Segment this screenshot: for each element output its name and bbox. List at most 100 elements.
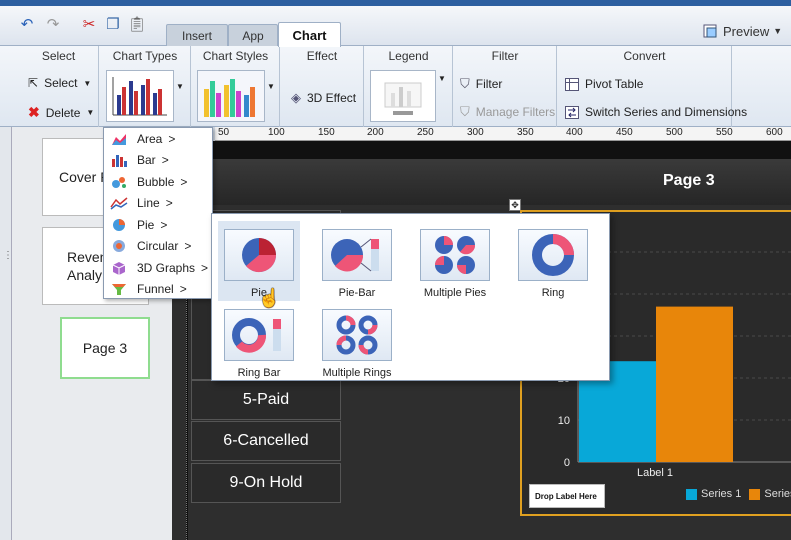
drop-label-box[interactable]: Drop Label Here [529, 484, 605, 508]
switch-series-button[interactable]: Switch Series and Dimensions [565, 105, 747, 119]
menu-item-label: Funnel [137, 282, 174, 297]
redo-icon[interactable]: ↷ [42, 14, 64, 34]
chart-option-multiple-pies[interactable]: Multiple Pies [414, 221, 496, 301]
ruler-label: 50 [218, 127, 230, 138]
menu-item-line[interactable]: Line > [104, 193, 212, 215]
pie-icon [224, 229, 294, 281]
y-tick-label: 10 [558, 415, 570, 427]
group-title-legend: Legend [388, 49, 429, 63]
tab-chart[interactable]: Chart [278, 22, 341, 47]
menu-item-bubble[interactable]: Bubble > [104, 171, 212, 193]
menu-item-pie[interactable]: Pie > [104, 214, 212, 236]
horizontal-ruler [215, 127, 791, 141]
pivot-table-button[interactable]: Pivot Table [565, 77, 643, 91]
chart-option-multiple-rings[interactable]: Multiple Rings [316, 301, 398, 381]
ring-bar-icon [224, 309, 294, 361]
bar-chart-icon [112, 77, 167, 116]
menu-item-label: Circular [137, 239, 179, 254]
chart-option-label: Ring [541, 287, 565, 299]
left-splitter[interactable] [0, 127, 12, 540]
ruler-label: 550 [716, 127, 733, 138]
select-button[interactable]: ⇱ Select ▼ [28, 76, 91, 90]
ruler-label: 250 [417, 127, 434, 138]
preview-button[interactable]: Preview ▼ [703, 18, 789, 44]
menu-item-3d-graphs[interactable]: 3D Graphs > [104, 257, 212, 279]
circular-chart-icon [110, 238, 128, 254]
menu-item-bar[interactable]: Bar > [104, 150, 212, 172]
manage-filters-label: Manage Filters [475, 105, 556, 119]
menu-item-label: Line [137, 196, 160, 211]
submenu-arrow: > [184, 239, 192, 254]
submenu-arrow: > [180, 174, 188, 189]
group-title-chart-types: Chart Types [112, 49, 178, 63]
group-title-filter: Filter [491, 49, 519, 63]
tab-app[interactable]: App [228, 24, 278, 46]
copy-icon[interactable]: ❐ [102, 14, 124, 34]
menu-item-area[interactable]: Area > [104, 128, 212, 150]
funnel-chart-icon [110, 281, 128, 297]
legend-gallery[interactable] [370, 70, 436, 122]
slide-thumb-label: Page 3 [82, 340, 128, 356]
ruler-label: 500 [666, 127, 683, 138]
chart-styles-gallery[interactable] [197, 70, 265, 122]
area-chart-icon [110, 131, 128, 147]
chevron-down-icon: ▼ [86, 108, 95, 117]
tab-insert[interactable]: Insert [166, 24, 228, 46]
bar-series-2 [656, 306, 733, 462]
chart-option-label: Ring Bar [237, 367, 281, 379]
delete-button[interactable]: ✖ Delete ▼ [28, 104, 94, 121]
ruler-label: 100 [268, 127, 285, 138]
slide-thumb-page-3[interactable]: Page 3 [60, 317, 150, 379]
table-row: 5-Paid [191, 380, 341, 420]
funnel-icon: ⛉ [460, 104, 470, 119]
undo-icon[interactable]: ↶ [16, 14, 38, 34]
table-icon [565, 77, 579, 91]
ruler-label: 400 [566, 127, 583, 138]
3d-effect-button[interactable]: ◈ 3D Effect [291, 90, 356, 106]
table-row: 6-Cancelled [191, 421, 341, 461]
delete-label: Delete [45, 105, 81, 120]
chart-option-label: Multiple Pies [423, 287, 487, 299]
pie-bar-icon [322, 229, 392, 281]
legend-icon [384, 82, 422, 115]
submenu-arrow: > [161, 153, 169, 168]
group-title-effect: Effect [306, 49, 338, 63]
menu-item-label: Bubble [137, 174, 175, 189]
preview-label: Preview [723, 23, 770, 39]
manage-filters-button[interactable]: ⛉ Manage Filters [460, 104, 555, 120]
chevron-down-icon[interactable]: ▼ [267, 82, 275, 91]
legend-series-1: Series 1 [701, 488, 742, 500]
chart-types-menu: Area > Bar > Bubble > Line > Pie > Circular >3D Gra… [103, 127, 213, 299]
select-label: Select [44, 76, 78, 90]
ring-icon [518, 229, 588, 281]
filter-button[interactable]: ⛉ Filter [460, 76, 502, 92]
cut-icon[interactable]: ✂ [78, 14, 100, 34]
paste-icon[interactable]: 📋︎ [126, 14, 148, 34]
chart-types-gallery[interactable] [106, 70, 174, 122]
hand-cursor-icon: ☝ [258, 288, 281, 308]
multiple-rings-icon [322, 309, 392, 361]
slide-thumb-label: Cover P [59, 169, 110, 185]
menu-item-label: Pie [137, 217, 155, 232]
group-title-convert: Convert [623, 49, 666, 63]
funnel-icon: ⛉ [460, 76, 470, 91]
chart-option-ring[interactable]: Ring [512, 221, 594, 301]
preview-icon [703, 24, 717, 38]
chevron-down-icon[interactable]: ▼ [176, 82, 184, 91]
group-title-select: Select [41, 49, 76, 63]
line-chart-icon [110, 195, 128, 211]
y-tick-label: 0 [564, 457, 570, 469]
menu-item-circular[interactable]: Circular > [104, 236, 212, 258]
submenu-arrow: > [201, 260, 209, 275]
chevron-down-icon[interactable]: ▼ [438, 74, 446, 83]
style-bars-icon [204, 79, 255, 117]
chart-option-pie-bar[interactable]: Pie-Bar [316, 221, 398, 301]
group-title-chart-styles: Chart Styles [202, 49, 269, 63]
ruler-label: 200 [367, 127, 384, 138]
chart-option-ring-bar[interactable]: Ring Bar [218, 301, 300, 381]
3d-effect-label: 3D Effect [307, 91, 357, 105]
legend-swatch [686, 488, 697, 500]
3d-graph-icon [110, 260, 128, 276]
menu-item-funnel[interactable]: Funnel > [104, 279, 212, 301]
multiple-pies-icon [420, 229, 490, 281]
